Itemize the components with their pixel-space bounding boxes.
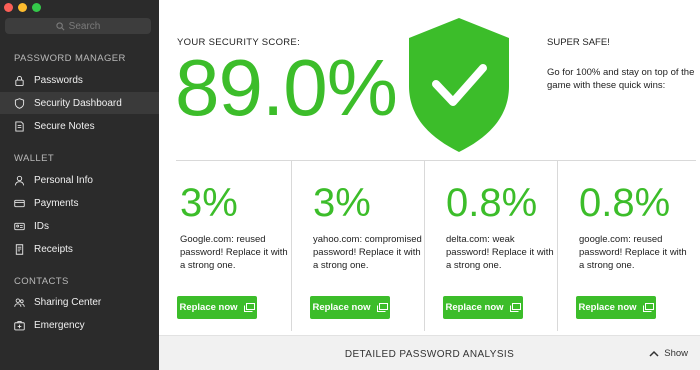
sidebar-item-label: IDs: [34, 220, 49, 232]
replace-now-button[interactable]: Replace now: [310, 296, 390, 319]
password-analysis-title: DETAILED PASSWORD ANALYSIS: [344, 349, 515, 360]
close-window-button[interactable]: [4, 3, 13, 12]
shield-check-icon: [409, 18, 509, 152]
open-window-icon: [243, 303, 255, 312]
show-label: Show: [664, 348, 688, 359]
search-icon: [56, 21, 65, 30]
replace-now-button[interactable]: Replace now: [177, 296, 257, 319]
quick-win-card: 0.8% google.com: reused password! Replac…: [558, 161, 691, 331]
section-title-contacts: CONTACTS: [14, 276, 69, 287]
sidebar-item-emergency[interactable]: Emergency: [0, 314, 159, 336]
quick-win-description: yahoo.com: compromised password! Replace…: [313, 234, 422, 271]
sidebar-item-label: Secure Notes: [34, 120, 95, 132]
section-title-wallet: WALLET: [14, 153, 55, 164]
search-input[interactable]: Search: [5, 18, 151, 34]
section-title-password-manager: PASSWORD MANAGER: [14, 53, 126, 64]
replace-now-label: Replace now: [445, 302, 504, 313]
quick-win-percent: 0.8%: [579, 181, 671, 225]
shield-icon: [14, 97, 25, 109]
status-text: Go for 100% and stay on top of the game …: [547, 67, 695, 91]
replace-now-label: Replace now: [179, 302, 238, 313]
open-window-icon: [642, 303, 654, 312]
search-placeholder: Search: [68, 20, 101, 32]
chevron-up-icon: [649, 350, 659, 357]
quick-win-card: 3% Google.com: reused password! Replace …: [159, 161, 292, 331]
sidebar-item-label: Personal Info: [34, 174, 93, 186]
sidebar-item-ids[interactable]: IDs: [0, 215, 159, 237]
open-window-icon: [509, 303, 521, 312]
replace-now-button[interactable]: Replace now: [576, 296, 656, 319]
minimize-window-button[interactable]: [18, 3, 27, 12]
window-controls: [4, 3, 41, 12]
sidebar-item-label: Emergency: [34, 319, 85, 331]
zoom-window-button[interactable]: [32, 3, 41, 12]
replace-now-label: Replace now: [312, 302, 371, 313]
replace-now-button[interactable]: Replace now: [443, 296, 523, 319]
password-analysis-bar: DETAILED PASSWORD ANALYSIS Show: [159, 335, 700, 370]
sidebar-item-personal-info[interactable]: Personal Info: [0, 169, 159, 191]
quick-win-description: delta.com: weak password! Replace it wit…: [446, 234, 554, 271]
sidebar-item-label: Payments: [34, 197, 79, 209]
sidebar-item-passwords[interactable]: Passwords: [0, 69, 159, 91]
quick-win-card: 0.8% delta.com: weak password! Replace i…: [425, 161, 558, 331]
status-title: SUPER SAFE!: [547, 37, 610, 48]
note-icon: [15, 120, 24, 132]
quick-win-percent: 3%: [180, 181, 238, 225]
receipt-icon: [15, 243, 24, 255]
card-icon: [14, 199, 25, 207]
sidebar-item-security-dashboard[interactable]: Security Dashboard: [0, 92, 159, 114]
lock-icon: [15, 75, 24, 86]
sidebar-item-payments[interactable]: Payments: [0, 192, 159, 214]
show-toggle[interactable]: Show: [649, 348, 688, 359]
open-window-icon: [376, 303, 388, 312]
sidebar-item-receipts[interactable]: Receipts: [0, 238, 159, 260]
id-icon: [14, 222, 25, 230]
person-icon: [14, 175, 25, 185]
medical-icon: [14, 320, 25, 330]
people-icon: [14, 298, 25, 307]
sidebar-item-secure-notes[interactable]: Secure Notes: [0, 115, 159, 137]
sidebar-item-label: Security Dashboard: [34, 97, 122, 109]
quick-win-percent: 0.8%: [446, 181, 538, 225]
sidebar-item-label: Receipts: [34, 243, 73, 255]
quick-win-card: 3% yahoo.com: compromised password! Repl…: [292, 161, 425, 331]
sidebar-item-label: Sharing Center: [34, 296, 102, 308]
quick-win-percent: 3%: [313, 181, 371, 225]
replace-now-label: Replace now: [578, 302, 637, 313]
quick-win-description: Google.com: reused password! Replace it …: [180, 234, 288, 271]
security-score-value: 89.0%: [175, 43, 398, 132]
sidebar: Search PASSWORD MANAGER Passwords Securi…: [0, 0, 159, 370]
quick-win-description: google.com: reused password! Replace it …: [579, 234, 687, 271]
sidebar-item-sharing-center[interactable]: Sharing Center: [0, 291, 159, 313]
sidebar-item-label: Passwords: [34, 74, 83, 86]
security-dashboard: YOUR SECURITY SCORE: 89.0% SUPER SAFE! G…: [159, 0, 700, 370]
